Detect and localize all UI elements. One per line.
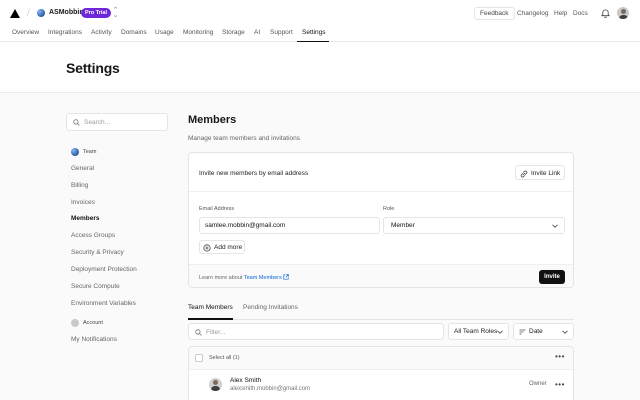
tab-storage[interactable]: Storage xyxy=(222,29,245,36)
email-field[interactable] xyxy=(199,217,380,234)
more-icon[interactable]: ••• xyxy=(555,353,565,361)
sidebar-item-deployment-protection[interactable]: Deployment Protection xyxy=(71,266,137,273)
tabs-baseline xyxy=(188,319,574,320)
invite-button[interactable]: Invite xyxy=(539,270,565,284)
plan-badge: Pro Trial xyxy=(81,8,112,18)
member-name: Alex Smith xyxy=(230,377,262,384)
settings-search[interactable] xyxy=(66,113,168,131)
learn-more-text: Learn more about Team Members xyxy=(199,274,289,281)
invite-link-label: Invite Link xyxy=(531,169,561,177)
email-label: Email Address xyxy=(199,206,235,212)
team-name[interactable]: ASMobbin xyxy=(49,9,84,16)
help-link[interactable]: Help xyxy=(554,10,567,17)
avatar xyxy=(209,378,222,391)
bell-icon[interactable] xyxy=(601,8,610,18)
sidebar-item-invoices[interactable]: Invoices xyxy=(71,199,95,206)
member-role: Owner xyxy=(529,381,547,387)
feedback-button[interactable]: Feedback xyxy=(474,7,515,20)
invite-link-button[interactable]: Invite Link xyxy=(515,165,565,180)
roles-filter-value: All Team Roles xyxy=(454,328,498,335)
tab-pending-invitations[interactable]: Pending Invitations xyxy=(243,304,298,311)
sidebar-item-my-notifications[interactable]: My Notifications xyxy=(71,336,117,343)
brand-row: / ASMobbin Pro Trial ⌃ ⌄ Feedback Changel… xyxy=(0,0,640,27)
invite-card-footer: Learn more about Team Members Invite xyxy=(189,264,573,287)
role-select[interactable]: Member xyxy=(383,217,565,234)
sidebar-item-access-groups[interactable]: Access Groups xyxy=(71,232,115,239)
page-title: Settings xyxy=(66,60,120,76)
team-avatar[interactable] xyxy=(37,9,45,17)
add-more-button[interactable]: Add more xyxy=(199,240,245,254)
plus-circle-icon xyxy=(203,244,211,252)
docs-link[interactable]: Docs xyxy=(573,10,588,17)
team-section-label: Team xyxy=(83,149,97,155)
top-bar: / ASMobbin Pro Trial ⌃ ⌄ Feedback Changel… xyxy=(0,0,640,43)
team-members-docs-link[interactable]: Team Members xyxy=(244,275,282,281)
chevron-down-icon xyxy=(497,329,503,334)
account-avatar xyxy=(71,319,79,327)
sidebar-item-secure-compute[interactable]: Secure Compute xyxy=(71,283,120,290)
link-icon xyxy=(520,170,528,177)
tab-monitoring[interactable]: Monitoring xyxy=(183,29,213,36)
more-icon[interactable]: ••• xyxy=(555,381,565,389)
select-all-label: Select all (1) xyxy=(209,355,240,361)
tab-settings[interactable]: Settings xyxy=(302,29,326,36)
section-title: Members xyxy=(188,114,237,126)
tab-ai[interactable]: AI xyxy=(254,29,260,36)
separator-slash: / xyxy=(27,8,30,19)
members-list: Select all (1) ••• Alex Smith alexsmith.… xyxy=(188,346,574,400)
logo-icon[interactable] xyxy=(10,9,20,18)
sidebar-item-general[interactable]: General xyxy=(71,165,94,172)
sidebar-item-environment-variables[interactable]: Environment Variables xyxy=(71,300,136,307)
tab-overview[interactable]: Overview xyxy=(12,29,39,36)
external-link-icon xyxy=(283,274,289,280)
search-input[interactable] xyxy=(84,117,164,128)
changelog-link[interactable]: Changelog xyxy=(517,10,548,17)
role-label: Role xyxy=(383,206,395,212)
tab-activity[interactable]: Activity xyxy=(91,29,112,36)
filter-input[interactable] xyxy=(206,327,426,337)
user-avatar[interactable] xyxy=(617,7,629,19)
page-header: Settings xyxy=(0,42,640,93)
tab-domains[interactable]: Domains xyxy=(121,29,147,36)
roles-filter-select[interactable]: All Team Roles xyxy=(448,323,509,340)
learn-more-prefix: Learn more about xyxy=(199,275,243,281)
invite-title: Invite new members by email address xyxy=(199,170,309,177)
list-header: Select all (1) ••• xyxy=(189,347,573,370)
tab-usage[interactable]: Usage xyxy=(155,29,174,36)
divider xyxy=(189,191,573,192)
active-members-tab-indicator xyxy=(188,318,233,320)
member-filter[interactable] xyxy=(188,323,444,340)
member-email: alexsmith.mobbin@gmail.com xyxy=(230,386,311,392)
select-all-checkbox[interactable] xyxy=(195,354,203,362)
sidebar-item-members[interactable]: Members xyxy=(71,215,100,222)
chevron-down-icon xyxy=(562,329,568,334)
chevron-down-icon xyxy=(552,223,558,228)
main-nav: Overview Integrations Activity Domains U… xyxy=(0,27,640,42)
role-value: Member xyxy=(391,222,415,229)
list-item: Alex Smith alexsmith.mobbin@gmail.com Ow… xyxy=(189,370,573,400)
team-switcher-icon[interactable]: ⌃ ⌄ xyxy=(112,7,119,19)
tab-integrations[interactable]: Integrations xyxy=(48,29,82,36)
tab-support[interactable]: Support xyxy=(270,29,293,36)
search-icon xyxy=(195,328,202,336)
tab-team-members[interactable]: Team Members xyxy=(188,304,233,311)
invite-card: Invite new members by email address Invi… xyxy=(188,152,574,288)
add-more-label: Add more xyxy=(214,244,243,251)
sidebar-item-security-privacy[interactable]: Security & Privacy xyxy=(71,249,124,256)
account-section-label: Account xyxy=(83,320,103,326)
sort-select[interactable]: Date xyxy=(513,323,574,340)
team-icon xyxy=(71,148,79,156)
section-subtitle: Manage team members and invitations xyxy=(188,135,301,142)
sidebar-item-billing[interactable]: Billing xyxy=(71,182,88,189)
sort-value: Date xyxy=(529,328,543,335)
sort-icon xyxy=(519,329,526,335)
search-icon xyxy=(73,119,80,126)
